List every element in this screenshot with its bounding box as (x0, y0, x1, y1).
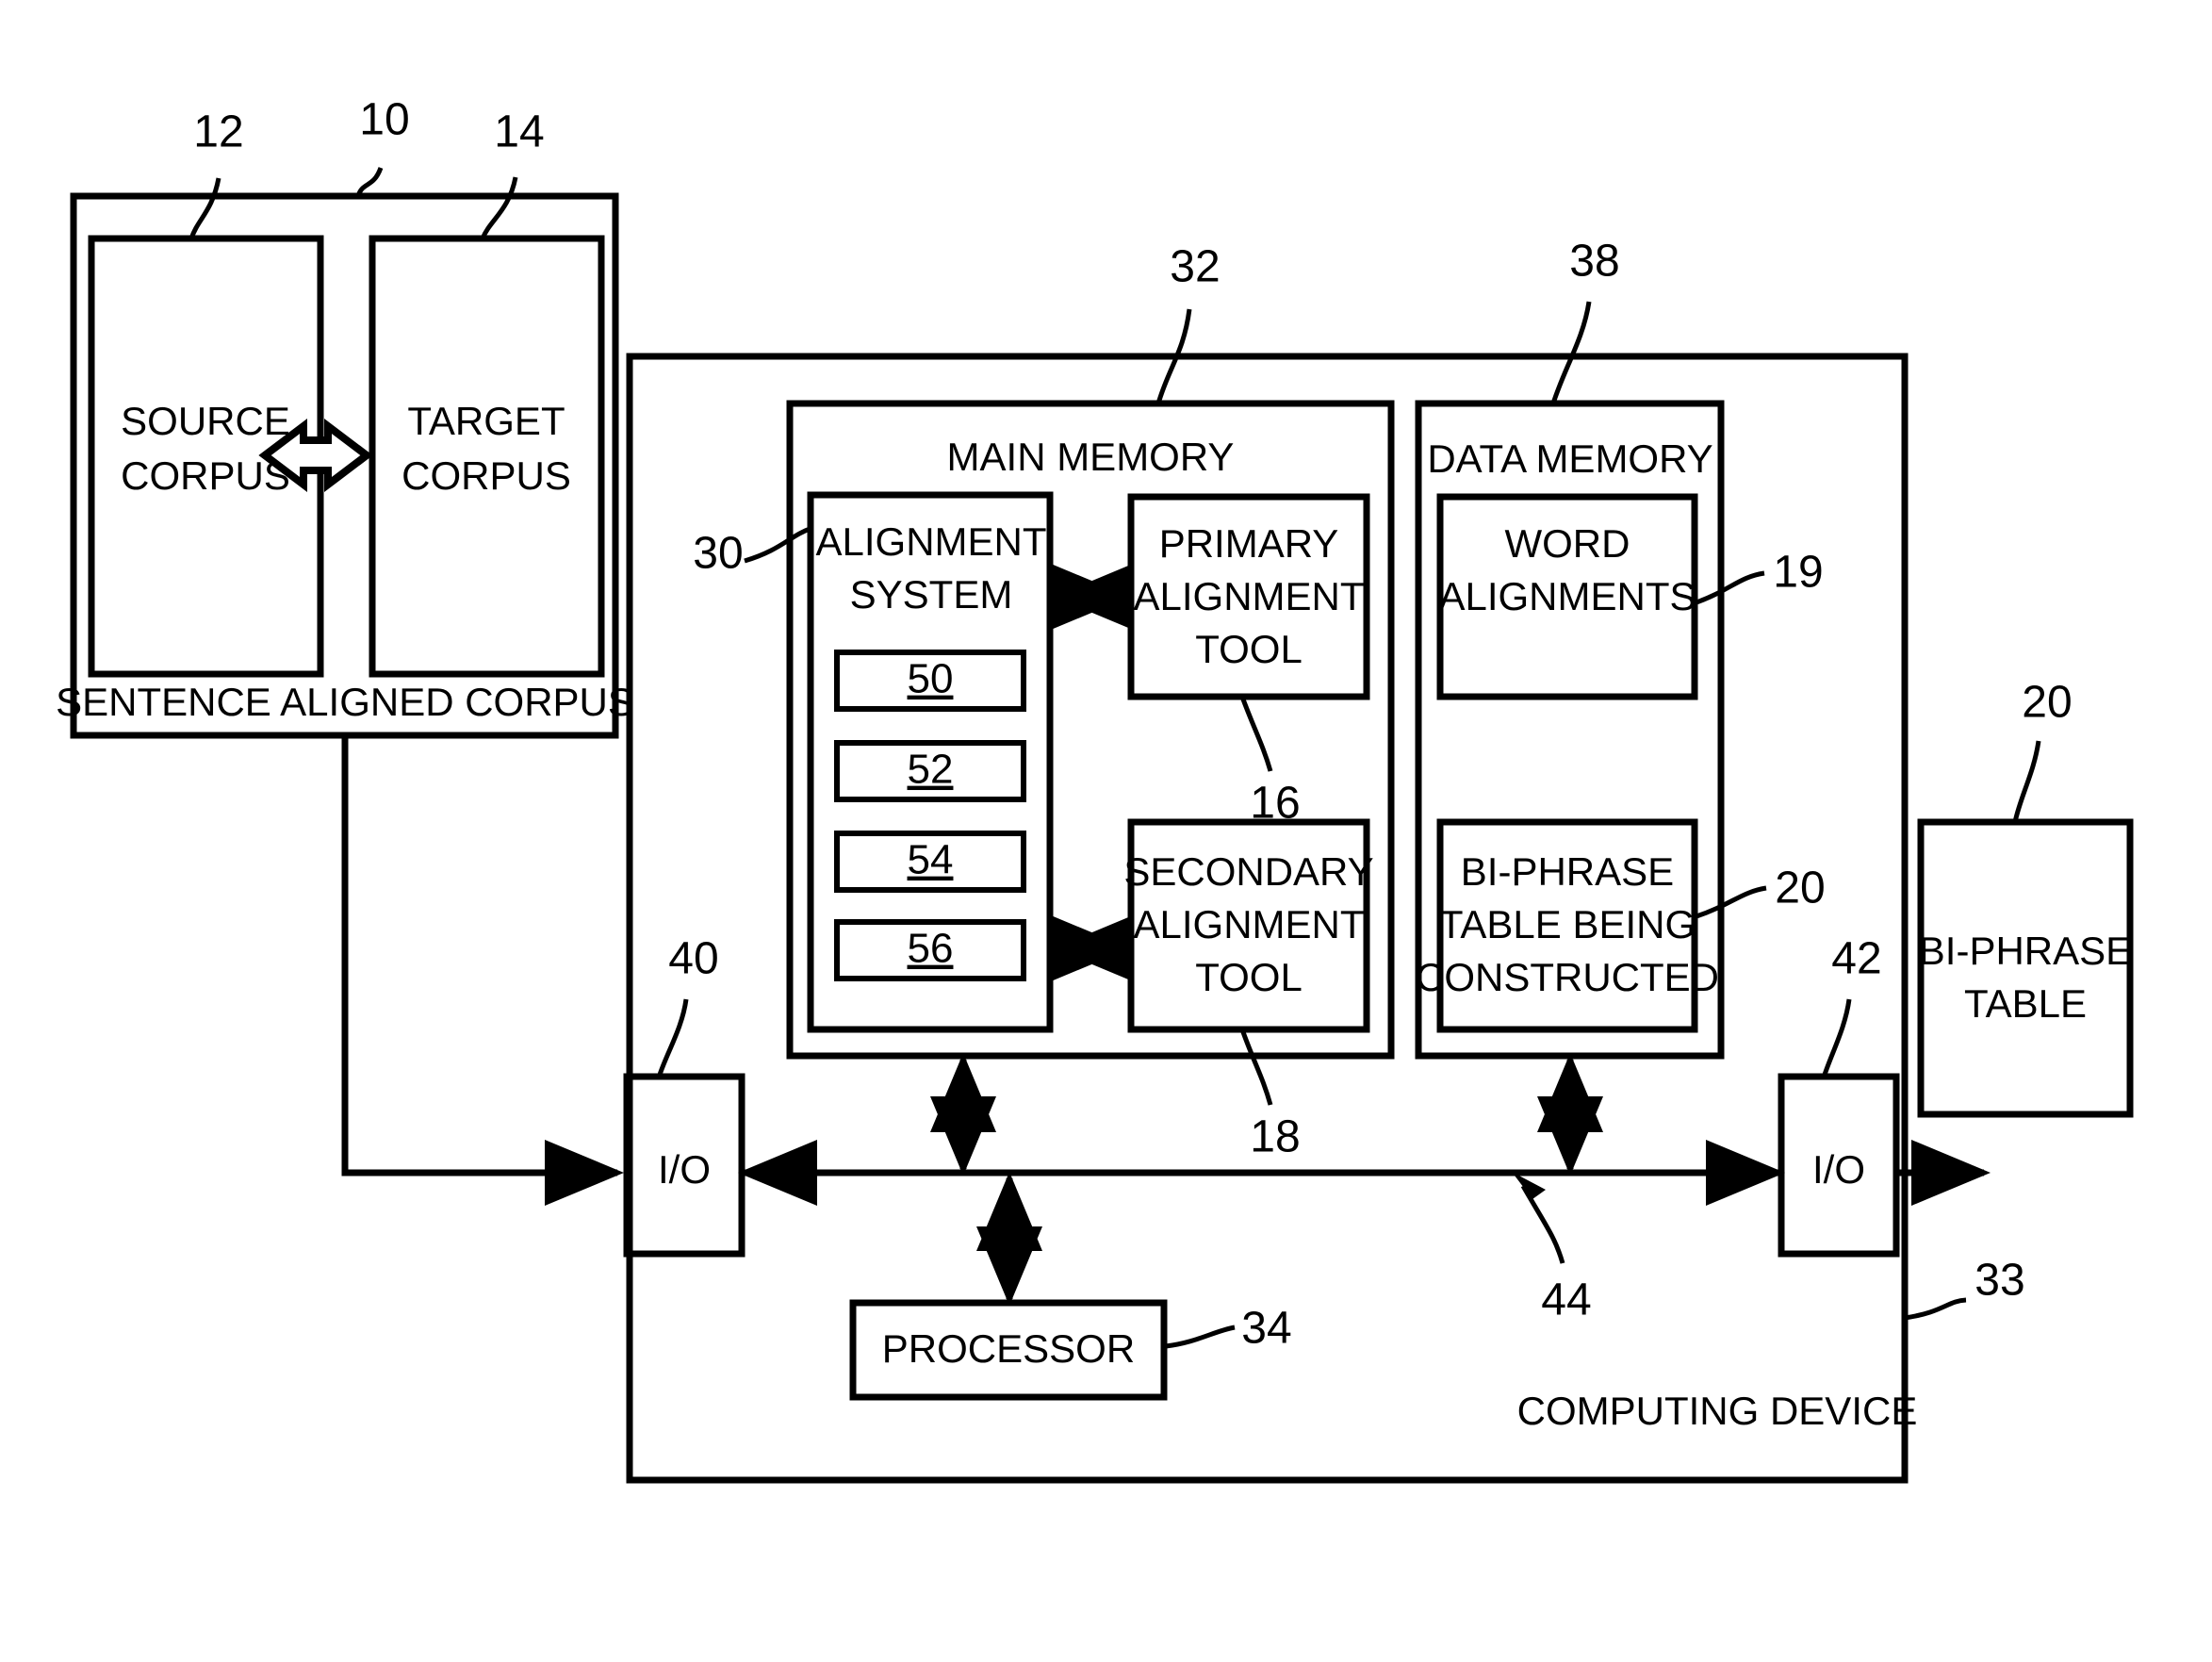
sentence-aligned-corpus-label: SENTENCE ALIGNED CORPUS (56, 680, 634, 724)
patent-diagram: SOURCE CORPUS TARGET CORPUS SENTENCE ALI… (56, 95, 2134, 1484)
ref-number-40: 40 (668, 934, 718, 984)
ref-number-18: 18 (1250, 1112, 1300, 1162)
primary-alignment-tool-label-line3: TOOL (1195, 627, 1303, 671)
leader-line-20-external (2012, 740, 2041, 823)
leader-line-10 (355, 167, 384, 197)
ref-number-19: 19 (1773, 548, 1823, 598)
word-alignments-label-line1: WORD (1505, 521, 1630, 566)
target-corpus-label-line1: TARGET (407, 399, 565, 443)
ref-number-42: 42 (1831, 934, 1881, 984)
leader-line-14 (480, 176, 518, 240)
sentence-aligned-corpus-group: SOURCE CORPUS TARGET CORPUS SENTENCE ALI… (56, 95, 634, 739)
ref-number-12: 12 (193, 107, 243, 157)
computing-device-label: COMPUTING DEVICE (1517, 1389, 1918, 1433)
ref-number-20-inner: 20 (1775, 864, 1825, 913)
data-memory-label: DATA MEMORY (1427, 436, 1712, 481)
secondary-alignment-tool-label-line2: ALIGNMENT (1133, 902, 1364, 946)
figure-canvas: SOURCE CORPUS TARGET CORPUS SENTENCE ALI… (0, 0, 2212, 1662)
biphrase-constructed-label-line2: TABLE BEING (1439, 902, 1696, 946)
biphrase-constructed-label-line1: BI-PHRASE (1461, 849, 1674, 894)
leader-line-19 (1696, 570, 1765, 605)
target-corpus-label-line2: CORPUS (401, 453, 571, 498)
computing-device-group: COMPUTING DEVICE 33 MAIN MEMORY 32 ALIGN… (623, 237, 2025, 1484)
primary-alignment-tool-label-line2: ALIGNMENT (1133, 574, 1364, 618)
processor-label: PROCESSOR (882, 1326, 1135, 1371)
corpus-to-io-connector (341, 735, 624, 1206)
alignment-component-label-50: 50 (908, 656, 954, 702)
alignment-system-label-line1: ALIGNMENT (815, 519, 1046, 564)
main-memory-group: MAIN MEMORY 32 ALIGNMENT SYSTEM 30 50 52… (693, 242, 1395, 1162)
leader-line-20-inner (1696, 885, 1767, 919)
alignment-component-label-56: 56 (908, 926, 954, 972)
leader-line-34 (1165, 1325, 1236, 1349)
leader-line-16 (1239, 696, 1273, 772)
leader-line-44 (1520, 1184, 1565, 1264)
alignment-component-label-54: 54 (908, 837, 954, 883)
biphrase-constructed-label-line3: CONSTRUCTED (1416, 955, 1719, 999)
biphrase-table-label-line1: BI-PHRASE (1919, 929, 2132, 973)
ref-number-30: 30 (693, 529, 743, 579)
ref-number-14: 14 (494, 107, 544, 157)
biphrase-table-group: BI-PHRASE TABLE 20 (1917, 678, 2134, 1118)
leader-line-40 (657, 998, 689, 1076)
secondary-alignment-tool-label-line1: SECONDARY (1123, 849, 1373, 894)
biphrase-table-label-line2: TABLE (1964, 981, 2087, 1026)
alignment-system-label-line2: SYSTEM (850, 572, 1013, 617)
leader-line-18 (1239, 1028, 1273, 1106)
word-alignments-label-line2: ALIGNMENTS (1438, 574, 1696, 618)
io-left-label: I/O (658, 1147, 711, 1192)
ref-number-10: 10 (359, 95, 409, 145)
ref-number-34: 34 (1241, 1304, 1291, 1354)
main-memory-label: MAIN MEMORY (947, 435, 1235, 479)
ref-number-33: 33 (1974, 1256, 2024, 1306)
source-corpus-label-line1: SOURCE (121, 399, 290, 443)
leader-line-42 (1822, 998, 1852, 1076)
ref-number-44: 44 (1541, 1275, 1591, 1325)
leader-line-38 (1550, 301, 1592, 404)
leader-line-33 (1904, 1297, 1967, 1321)
leader-line-30 (744, 525, 813, 564)
io-right-label: I/O (1812, 1147, 1865, 1192)
ref-number-38: 38 (1569, 237, 1619, 287)
secondary-alignment-tool-label-line3: TOOL (1195, 955, 1303, 999)
alignment-component-label-52: 52 (908, 747, 954, 793)
ref-number-20-external: 20 (2022, 678, 2072, 728)
primary-alignment-tool-label-line1: PRIMARY (1159, 521, 1339, 566)
source-corpus-label-line2: CORPUS (121, 453, 290, 498)
leader-line-12 (188, 177, 221, 239)
ref-number-32: 32 (1170, 242, 1220, 292)
